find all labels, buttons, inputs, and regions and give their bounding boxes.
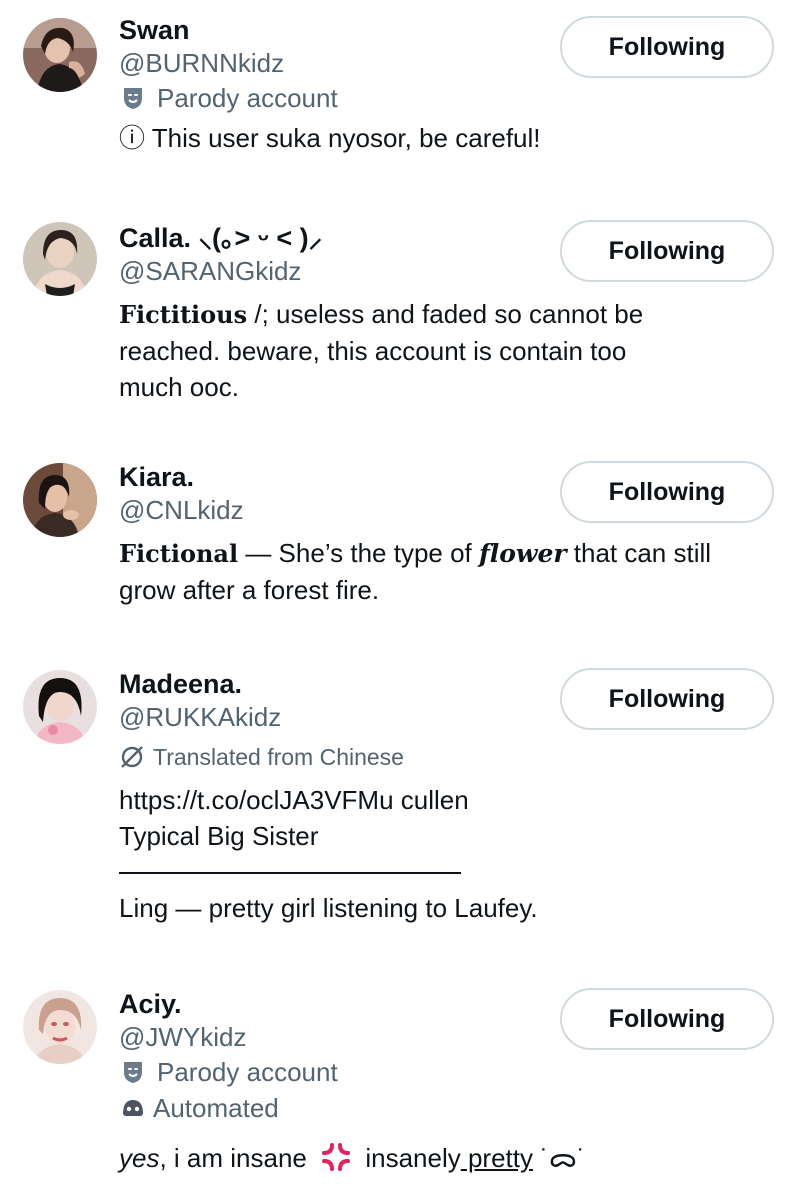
robot-icon xyxy=(119,1094,147,1122)
following-button-label: Following xyxy=(608,236,726,265)
translated-label[interactable]: Translated from Chinese xyxy=(119,740,775,774)
user-item[interactable]: Kiara. @CNLkidz 𝐅𝐢𝐜𝐭𝐢𝐨𝐧𝐚𝐥 — She’s the ty… xyxy=(0,455,795,640)
bio-styled-word: 𝒇𝒍𝒐𝒘𝒆𝒓 xyxy=(479,539,567,568)
divider xyxy=(119,872,461,874)
avatar[interactable] xyxy=(23,990,97,1064)
bio-styled-word: 𝐅𝐢𝐜𝐭𝐢𝐨𝐧𝐚𝐥 xyxy=(119,539,239,568)
user-item[interactable]: Madeena. @RUKKAkidz Translated from Chin… xyxy=(0,660,795,960)
user-bio: 𝐅𝐢𝐜𝐭𝐢𝐭𝐢𝐨𝐮𝐬 /; useless and faded so canno… xyxy=(119,296,775,405)
bio-line: much ooc. xyxy=(119,372,239,402)
avatar[interactable] xyxy=(23,222,97,296)
following-button[interactable]: Following xyxy=(560,668,774,730)
following-button-label: Following xyxy=(608,32,726,61)
translate-icon xyxy=(119,744,145,770)
bio-line: grow after a forest fire. xyxy=(119,575,380,605)
bio-line: Typical Big Sister xyxy=(119,821,319,851)
user-item[interactable]: Aciy. @JWYkidz Parody account Automated … xyxy=(0,982,795,1200)
following-button[interactable]: Following xyxy=(560,16,774,78)
bio-text: insanely xyxy=(358,1143,461,1173)
translated-label-text: Translated from Chinese xyxy=(153,744,404,770)
following-button[interactable]: Following xyxy=(560,220,774,282)
bio-text: that can still xyxy=(566,538,712,568)
anger-symbol-icon xyxy=(320,1141,352,1173)
following-button[interactable]: Following xyxy=(560,988,774,1050)
bio-line: reached. beware, this account is contain… xyxy=(119,336,627,366)
user-list: Swan @BURNNkidz Parody account ⓘ This us… xyxy=(0,0,795,1200)
bio-text: — She’s the type of xyxy=(238,538,479,568)
following-button[interactable]: Following xyxy=(560,461,774,523)
bio-text: ˙ᯅ˙ xyxy=(532,1143,586,1173)
bio-line: 𝐅𝐢𝐜𝐭𝐢𝐭𝐢𝐨𝐮𝐬 /; useless and faded so canno… xyxy=(119,296,775,333)
user-bio: https://t.co/oclJA3VFMu cullen Typical B… xyxy=(119,782,775,926)
following-button-label: Following xyxy=(608,477,726,506)
following-button-label: Following xyxy=(608,684,726,713)
user-bio: 𝐅𝐢𝐜𝐭𝐢𝐨𝐧𝐚𝐥 — She’s the type of 𝒇𝒍𝒐𝒘𝒆𝒓 tha… xyxy=(119,535,775,608)
user-bio: ⓘ This user suka nyosor, be careful! xyxy=(119,120,775,156)
bio-line: yes, i am insane insanely pretty ˙ᯅ˙ xyxy=(119,1140,775,1176)
bio-styled-word: 𝐅𝐢𝐜𝐭𝐢𝐭𝐢𝐨𝐮𝐬 xyxy=(119,300,248,329)
avatar[interactable] xyxy=(23,670,97,744)
parody-label-text: Parody account xyxy=(157,1057,338,1087)
bio-line: https://t.co/oclJA3VFMu cullen xyxy=(119,785,469,815)
automated-label-text: Automated xyxy=(153,1093,279,1123)
bio-line: 𝐅𝐢𝐜𝐭𝐢𝐨𝐧𝐚𝐥 — She’s the type of 𝒇𝒍𝒐𝒘𝒆𝒓 tha… xyxy=(119,535,775,572)
automated-label: Automated xyxy=(119,1090,775,1126)
parody-label-text: Parody account xyxy=(157,83,338,113)
bio-styled-word: yes xyxy=(119,1143,160,1173)
theater-mask-icon xyxy=(119,1058,147,1086)
following-button-label: Following xyxy=(608,1004,726,1033)
bio-text: , i am insane xyxy=(159,1143,315,1173)
bio-text: /; useless and faded so cannot be xyxy=(247,299,644,329)
user-bio: yes, i am insane insanely pretty ˙ᯅ˙ xyxy=(119,1140,775,1176)
user-item[interactable]: Calla. ⸜(｡˃ ᵕ ˂ )⸝ @SARANGkidz 𝐅𝐢𝐜𝐭𝐢𝐭𝐢𝐨𝐮… xyxy=(0,210,795,435)
theater-mask-icon xyxy=(119,84,147,112)
avatar[interactable] xyxy=(23,463,97,537)
bio-line: Ling — pretty girl listening to Laufey. xyxy=(119,893,538,923)
bio-text: ⓘ This user suka nyosor, be careful! xyxy=(119,123,541,153)
parody-label: Parody account xyxy=(119,1054,775,1090)
avatar[interactable] xyxy=(23,18,97,92)
user-item[interactable]: Swan @BURNNkidz Parody account ⓘ This us… xyxy=(0,0,795,190)
parody-label: Parody account xyxy=(119,80,775,116)
bio-styled-word: pretty xyxy=(460,1143,533,1173)
